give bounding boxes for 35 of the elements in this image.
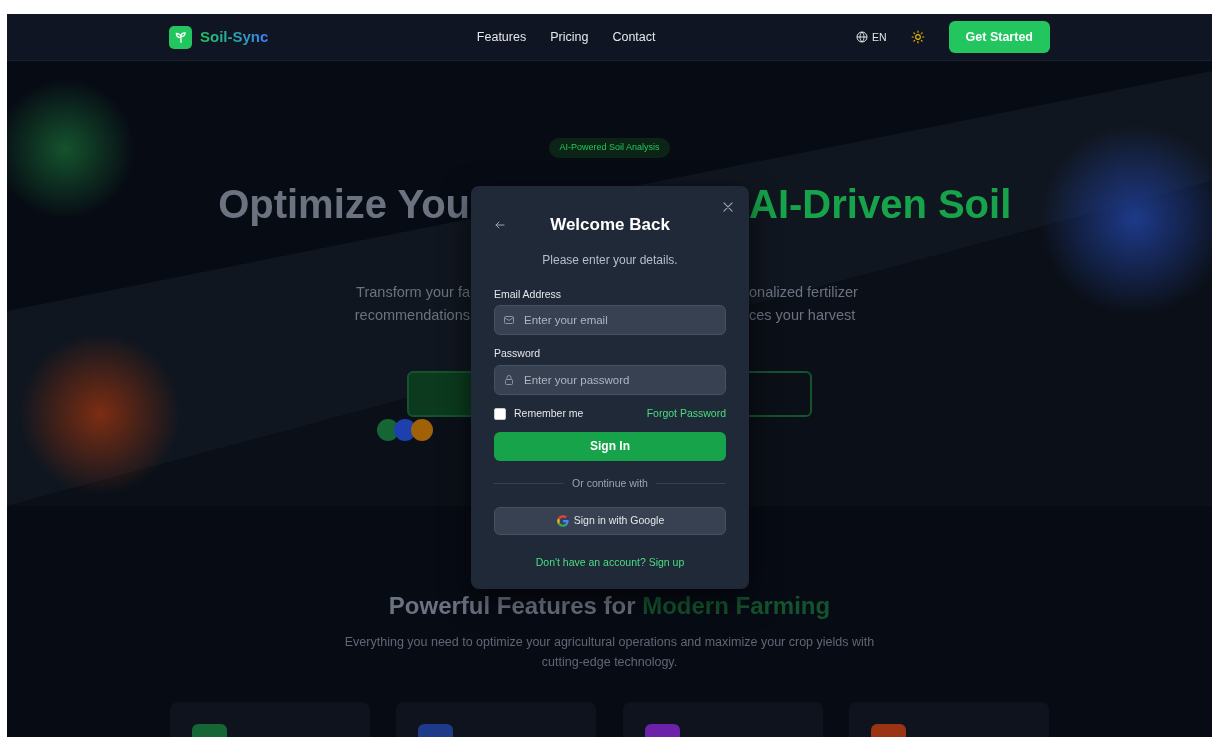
google-sign-in-button[interactable]: Sign in with Google xyxy=(494,506,726,535)
hero-headline: Optimize You xyxy=(217,180,470,228)
nav-link[interactable]: Pricing xyxy=(550,27,589,47)
forgot-password-link[interactable]: Forgot Password xyxy=(646,406,726,422)
nav-link[interactable]: Features xyxy=(476,27,527,47)
field-label: Email Address xyxy=(494,286,563,302)
hero-text: ces your harvest xyxy=(749,305,857,325)
hero-text: Transform your fa xyxy=(355,282,470,302)
language-button[interactable]: EN xyxy=(856,31,887,43)
divider-text: Or continue with xyxy=(572,475,648,491)
hero-badge: AI-Powered Soil Analysis xyxy=(549,138,670,158)
sign-up-link[interactable]: Don't have an account? Sign up xyxy=(535,555,685,568)
dialog-subtitle: Please enter your details. xyxy=(542,252,678,267)
sun-icon xyxy=(910,30,925,44)
hero-text: onalized fertilizer xyxy=(749,282,859,302)
field-label: Password xyxy=(494,346,542,362)
section-subtitle: Everything you need to optimize your agricultural operations and maximize your crop yields with cutting-edge technology. xyxy=(343,634,876,671)
logo-icon[interactable] xyxy=(169,25,192,49)
email-field[interactable]: Enter your email xyxy=(494,305,726,336)
lock-icon xyxy=(503,374,515,386)
checkbox-label: Remember me xyxy=(514,406,584,421)
close-icon xyxy=(721,200,735,214)
dialog-title: Welcome Back xyxy=(550,215,670,234)
sprout-icon xyxy=(173,30,188,44)
section-heading: Powerful Features for Modern Farming xyxy=(387,591,832,621)
nav-link[interactable]: Contact xyxy=(612,27,656,47)
hero-text: recommendations xyxy=(353,305,470,325)
google-icon xyxy=(555,513,570,528)
theme-toggle[interactable] xyxy=(910,30,925,44)
remember-checkbox[interactable] xyxy=(494,407,506,420)
password-field[interactable]: Enter your password xyxy=(494,365,726,395)
globe-icon xyxy=(856,31,868,43)
hero-headline: AI-Driven Soil xyxy=(749,180,1013,228)
close-button[interactable] xyxy=(721,200,735,214)
mail-icon xyxy=(503,314,515,327)
